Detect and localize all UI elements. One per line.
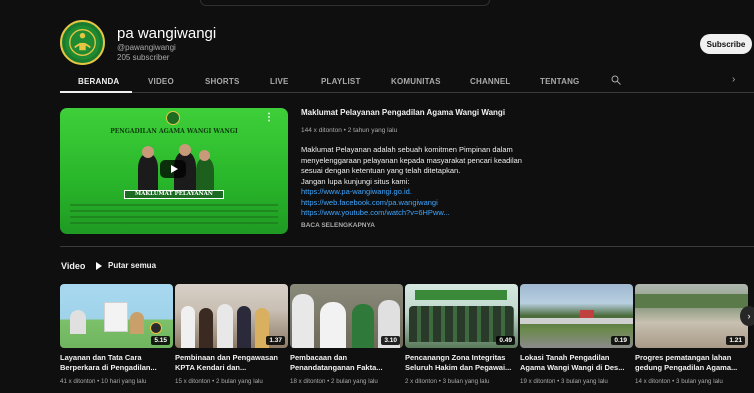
- video-thumbnail[interactable]: 0.19: [520, 284, 633, 348]
- video-thumbnail[interactable]: 0.49: [405, 284, 518, 348]
- video-meta: 15 x ditonton • 2 bulan yang lalu: [175, 378, 263, 385]
- video-duration: 1.21: [726, 336, 745, 345]
- tab-tentang[interactable]: TENTANG: [540, 77, 579, 86]
- website-link[interactable]: https://www.pa-wangiwangi.go.id.: [301, 187, 541, 198]
- video-card[interactable]: 0.19 Lokasi Tanah Pengadilan Agama Wangi…: [520, 284, 633, 385]
- person-figure: [217, 304, 233, 348]
- video-duration: 5.15: [151, 336, 170, 345]
- video-title[interactable]: Pembacaan dan Penandatanganan Fakta...: [290, 353, 403, 373]
- video-thumbnail[interactable]: 1.21: [635, 284, 748, 348]
- thumbnail-text-line: [70, 204, 278, 206]
- video-title[interactable]: Layanan dan Tata Cara Berperkara di Peng…: [60, 353, 173, 373]
- top-search-bar-edge: [200, 0, 490, 6]
- video-card[interactable]: 0.49 Pencanangn Zona Integritas Seluruh …: [405, 284, 518, 385]
- road-shape: [520, 318, 633, 324]
- featured-video-description: Maklumat Pelayanan adalah sebuah komitme…: [301, 145, 541, 219]
- play-icon: [96, 261, 102, 270]
- person-figure: [199, 308, 213, 348]
- building-shape: [104, 302, 128, 332]
- description-line: sesuai dengan ketentuan yang telah ditet…: [301, 166, 461, 175]
- subscribe-button[interactable]: Subscribe: [700, 34, 752, 54]
- person-figure: [130, 312, 144, 334]
- tab-channel[interactable]: CHANNEL: [470, 77, 511, 86]
- video-card[interactable]: 1.21 Progres pematangan lahan gedung Pen…: [635, 284, 748, 385]
- video-meta: 2 x ditonton • 3 bulan yang lalu: [405, 378, 490, 385]
- thumbnail-banner: MAKLUMAT PELAYANAN: [124, 190, 224, 199]
- person-figure: [352, 304, 374, 348]
- search-icon[interactable]: [611, 75, 621, 85]
- featured-video-title[interactable]: Maklumat Pelayanan Pengadilan Agama Wang…: [301, 108, 505, 117]
- video-duration: 0.19: [611, 336, 630, 345]
- video-card[interactable]: 5.15 Layanan dan Tata Cara Berperkara di…: [60, 284, 173, 385]
- thumbnail-heading: PENGADILAN AGAMA WANGI WANGI: [110, 128, 238, 135]
- person-face: [142, 146, 154, 158]
- video-title[interactable]: Pencanangn Zona Integritas Seluruh Hakim…: [405, 353, 518, 373]
- person-figure: [237, 306, 251, 348]
- video-meta: 14 x ditonton • 3 bulan yang lalu: [635, 378, 723, 385]
- play-all-label: Putar semua: [108, 261, 157, 270]
- video-title[interactable]: Lokasi Tanah Pengadilan Agama Wangi Wang…: [520, 353, 633, 373]
- person-figure: [138, 154, 158, 190]
- video-duration: 3.10: [381, 336, 400, 345]
- video-title[interactable]: Progres pematangan lahan gedung Pengadil…: [635, 353, 748, 373]
- tab-live[interactable]: LIVE: [270, 77, 289, 86]
- play-all-button[interactable]: Putar semua: [96, 261, 156, 270]
- video-thumbnail[interactable]: 1.37: [175, 284, 288, 348]
- video-title[interactable]: Pembinaan dan Pengawasan KPTA Kendari da…: [175, 353, 288, 373]
- video-card[interactable]: 1.37 Pembinaan dan Pengawasan KPTA Kenda…: [175, 284, 288, 385]
- court-emblem-icon: [65, 25, 100, 60]
- tree-line-shape: [635, 294, 748, 308]
- read-more-link[interactable]: BACA SELENGKAPNYA: [301, 222, 375, 229]
- thumbnail-text-line: [70, 210, 278, 212]
- person-figure: [320, 302, 346, 348]
- description-line: Maklumat Pelayanan adalah sebuah komitme…: [301, 145, 513, 154]
- description-line: Jangan lupa kunjungi situs kami:: [301, 176, 410, 186]
- subscriber-count: 205 subscriber: [117, 53, 170, 62]
- thumbnail-text-line: [70, 222, 278, 224]
- tab-shorts[interactable]: SHORTS: [205, 77, 240, 86]
- tab-komunitas[interactable]: KOMUNITAS: [391, 77, 441, 86]
- chevron-right-icon[interactable]: ›: [732, 74, 735, 85]
- tab-playlist[interactable]: PLAYLIST: [321, 77, 361, 86]
- video-thumbnail[interactable]: 5.15: [60, 284, 173, 348]
- house-shape: [580, 310, 594, 318]
- person-figure: [70, 310, 86, 334]
- tab-beranda[interactable]: BERANDA: [78, 77, 119, 86]
- play-button[interactable]: [160, 160, 186, 178]
- video-meta: 18 x ditonton • 2 bulan yang lalu: [290, 378, 378, 385]
- video-duration: 1.37: [266, 336, 285, 345]
- channel-tabs: BERANDA VIDEO SHORTS LIVE PLAYLIST KOMUN…: [60, 70, 754, 93]
- channel-name: pa wangiwangi: [117, 25, 217, 42]
- channel-handle: @pawangiwangi: [117, 43, 176, 52]
- person-figure: [292, 294, 314, 348]
- youtube-link[interactable]: https://www.youtube.com/watch?v=6HPww...: [301, 208, 541, 219]
- person-face: [179, 144, 191, 156]
- featured-video-thumbnail[interactable]: ⋮ PENGADILAN AGAMA WANGI WANGI MAKLUMAT …: [60, 108, 288, 234]
- more-options-icon[interactable]: ⋮: [264, 113, 274, 123]
- banner-shape: [415, 290, 507, 300]
- video-meta: 41 x ditonton • 10 hari yang lalu: [60, 378, 147, 385]
- video-card[interactable]: 3.10 Pembacaan dan Penandatanganan Fakta…: [290, 284, 403, 385]
- active-tab-underline: [60, 91, 132, 93]
- court-logo-icon: [166, 111, 180, 125]
- person-figure: [181, 306, 195, 348]
- channel-avatar[interactable]: [60, 20, 105, 65]
- person-face: [199, 150, 210, 161]
- section-title: Video: [61, 261, 86, 271]
- video-meta: 19 x ditonton • 3 bulan yang lalu: [520, 378, 608, 385]
- tab-video[interactable]: VIDEO: [148, 77, 174, 86]
- thumbnail-text-line: [70, 216, 278, 218]
- person-figure: [196, 158, 214, 190]
- featured-video-meta: 144 x ditonton • 2 tahun yang lalu: [301, 127, 398, 134]
- video-duration: 0.49: [496, 336, 515, 345]
- chevron-right-icon[interactable]: ›: [740, 306, 754, 326]
- avatar: [150, 322, 162, 334]
- section-divider: [60, 246, 754, 247]
- description-line: menyelenggaraan pelayanan kepada masyara…: [301, 155, 522, 165]
- video-thumbnail[interactable]: 3.10: [290, 284, 403, 348]
- facebook-link[interactable]: https://web.facebook.com/pa.wangiwangi: [301, 198, 541, 209]
